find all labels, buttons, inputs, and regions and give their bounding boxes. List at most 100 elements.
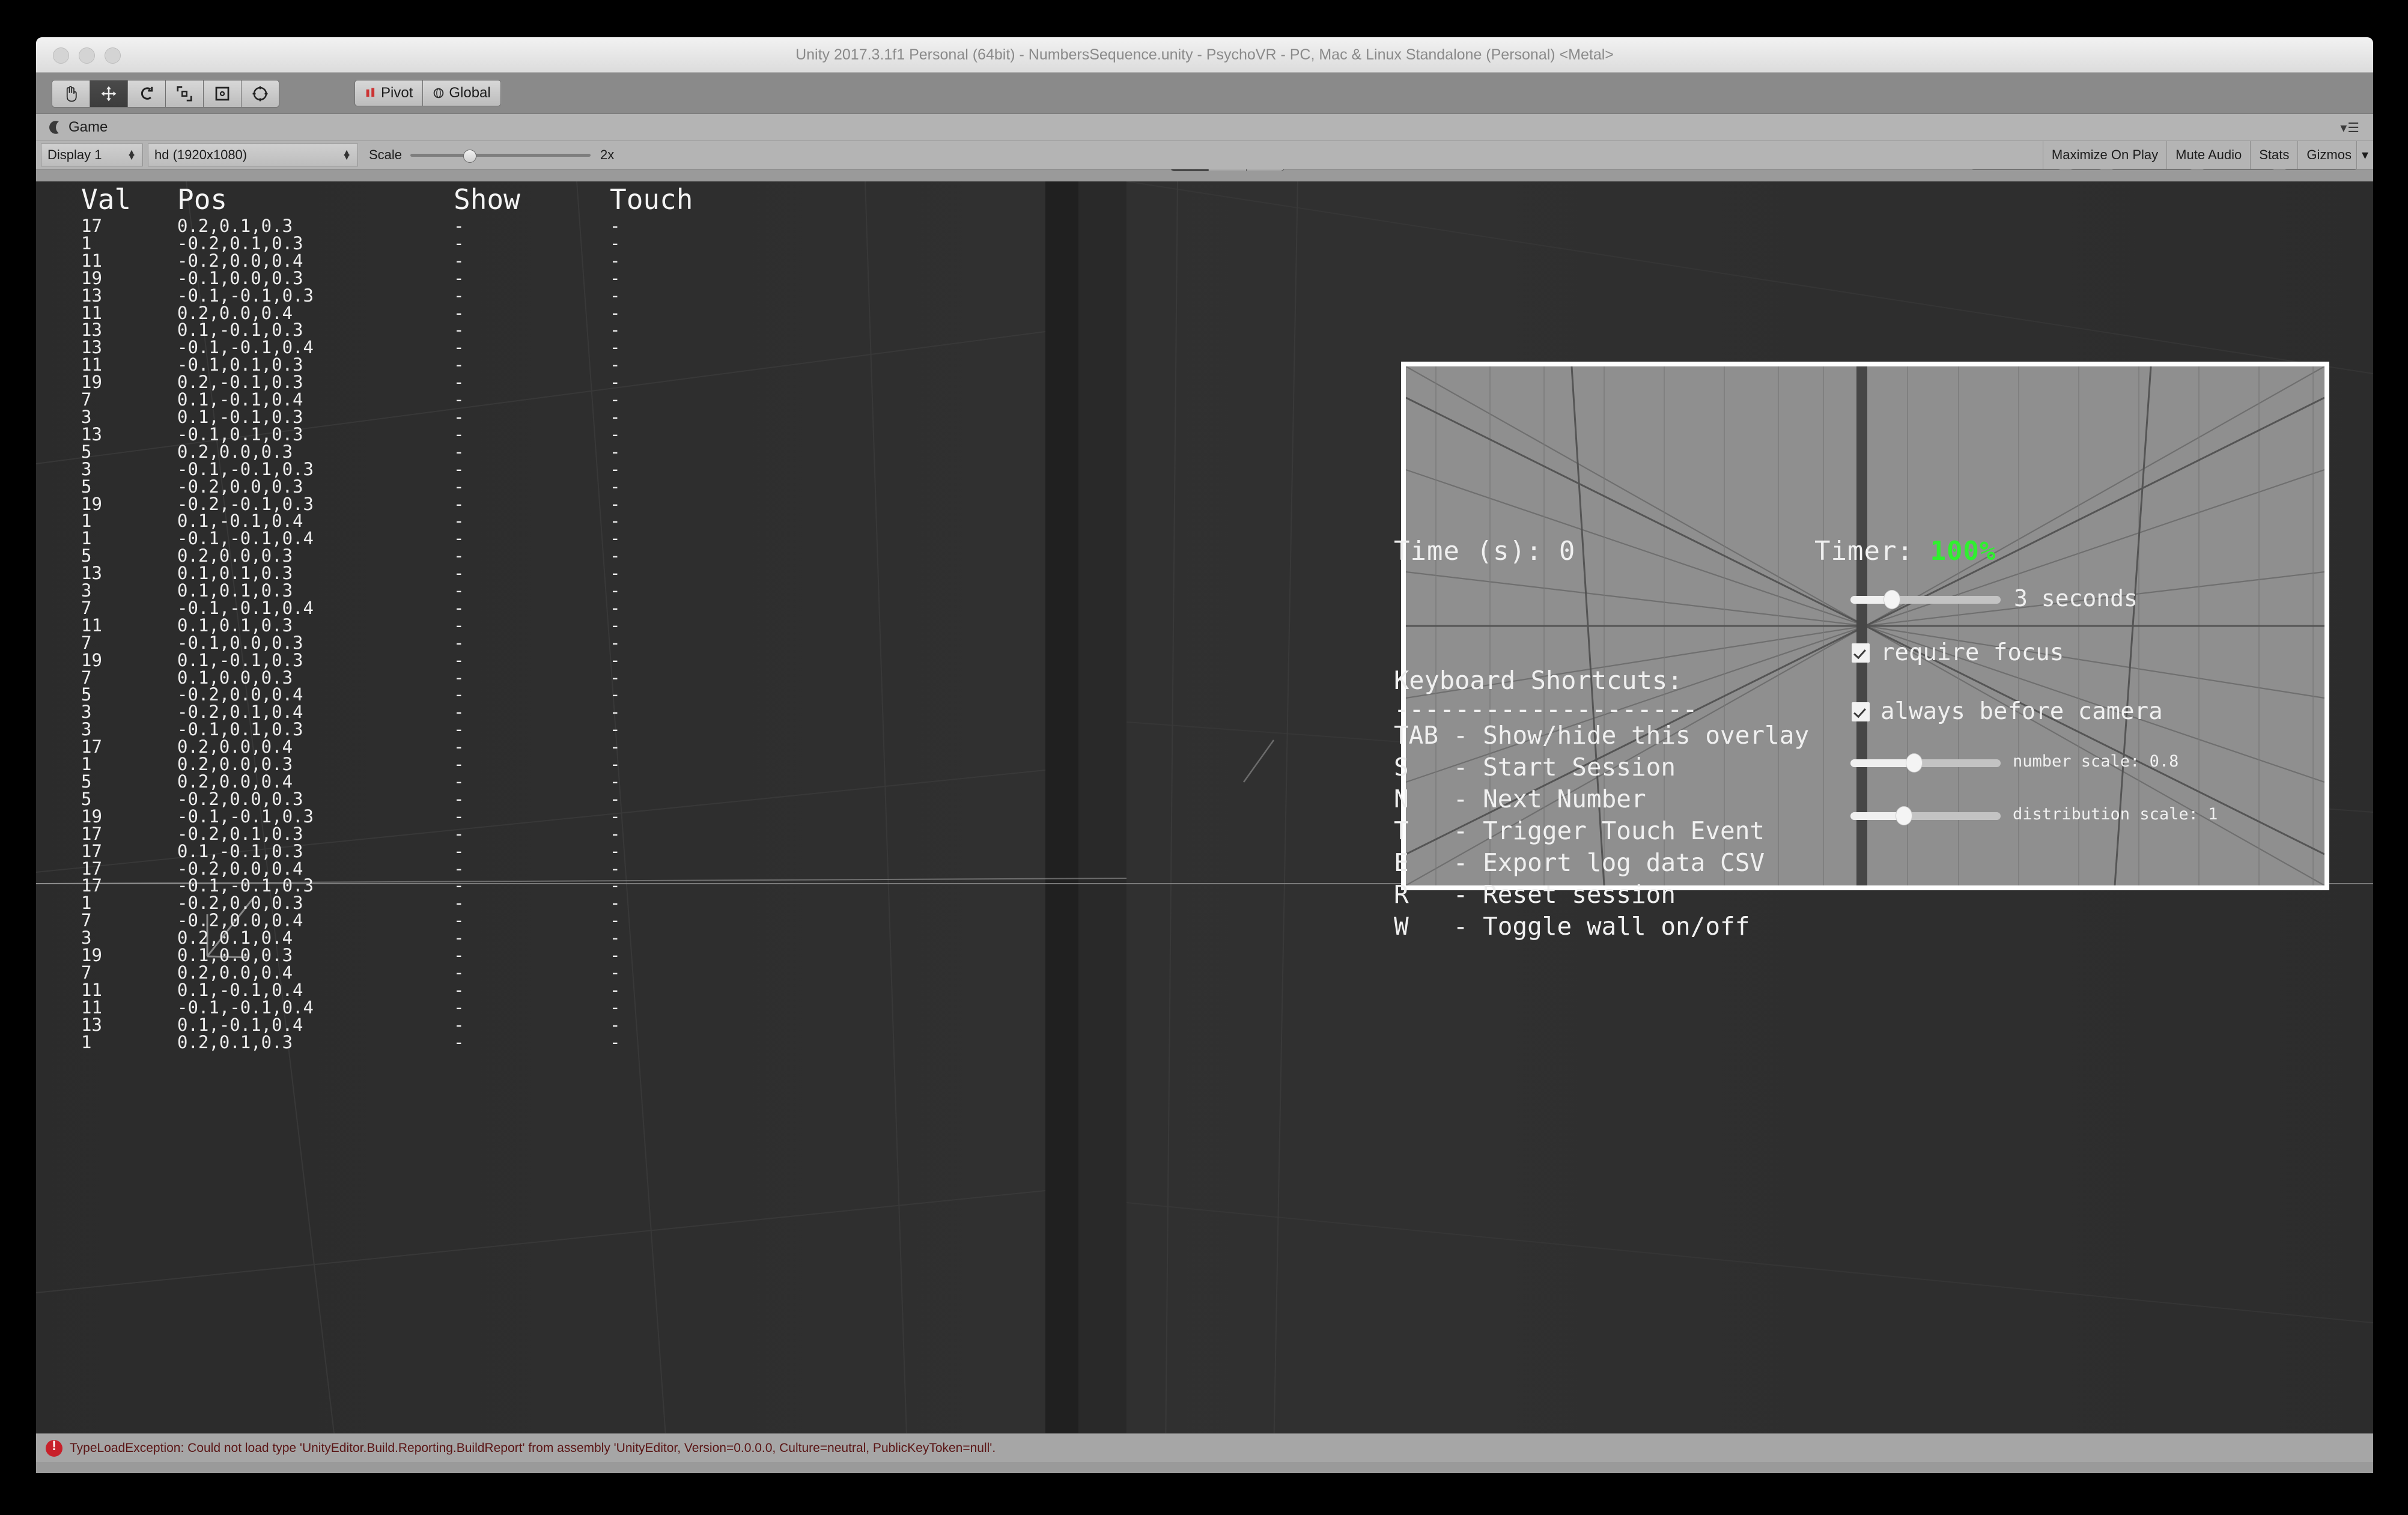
cell-show: - bbox=[454, 321, 610, 339]
shortcuts-title: Keyboard Shortcuts: bbox=[1394, 662, 1809, 699]
cell-touch: - bbox=[610, 356, 730, 374]
table-row: 3-0.1,0.1,0.3-- bbox=[81, 721, 862, 738]
cell-val: 11 bbox=[81, 982, 177, 999]
maximize-on-play-toggle[interactable]: Maximize On Play bbox=[2043, 141, 2166, 169]
cell-touch: - bbox=[610, 721, 730, 738]
shortcut-line: W - Toggle wall on/off bbox=[1394, 911, 1809, 943]
cell-val: 13 bbox=[81, 339, 177, 356]
cell-pos: 0.1,-0.1,0.3 bbox=[177, 321, 454, 339]
cell-touch: - bbox=[610, 217, 730, 235]
rotate-tool-button[interactable] bbox=[127, 80, 165, 108]
cell-show: - bbox=[454, 478, 610, 496]
gizmos-dropdown-icon[interactable]: ▾ bbox=[2356, 141, 2373, 169]
cell-touch: - bbox=[610, 305, 730, 322]
table-row: 190.1,-0.1,0.3-- bbox=[81, 652, 862, 669]
table-row: 50.2,0.0,0.3-- bbox=[81, 443, 862, 461]
table-row: 70.1,0.0,0.3-- bbox=[81, 669, 862, 687]
scale-slider-handle[interactable] bbox=[463, 150, 476, 163]
distribution-scale-slider[interactable] bbox=[1850, 807, 2001, 822]
cell-pos: 0.2,0.1,0.4 bbox=[177, 929, 454, 947]
cell-val: 3 bbox=[81, 721, 177, 738]
table-row: 11-0.1,-0.1,0.4-- bbox=[81, 999, 862, 1016]
cell-val: 5 bbox=[81, 773, 177, 791]
table-row: 17-0.2,0.0,0.4-- bbox=[81, 860, 862, 878]
aspect-dropdown[interactable]: hd (1920x1080) ▲▼ bbox=[148, 144, 358, 166]
console-error-bar[interactable]: TypeLoadException: Could not load type '… bbox=[36, 1433, 2373, 1462]
cell-pos: -0.2,0.0,0.3 bbox=[177, 478, 454, 496]
number-scale-slider[interactable] bbox=[1850, 754, 2001, 770]
timer-group: Timer: 100% bbox=[1814, 536, 1996, 566]
always-before-camera-label: always before camera bbox=[1880, 698, 2163, 725]
distribution-scale-row: distribution scale: 1 bbox=[1850, 805, 2218, 824]
global-label: Global bbox=[449, 85, 490, 102]
require-focus-row[interactable]: require focus bbox=[1852, 639, 2064, 666]
gizmos-toggle[interactable]: Gizmos bbox=[2297, 141, 2356, 169]
error-icon bbox=[46, 1440, 62, 1457]
cell-val: 13 bbox=[81, 426, 177, 443]
scale-slider[interactable] bbox=[410, 144, 591, 166]
distribution-scale-handle[interactable] bbox=[1896, 806, 1912, 825]
always-before-camera-row[interactable]: always before camera bbox=[1852, 698, 2163, 725]
screen: Unity 2017.3.1f1 Personal (64bit) - Numb… bbox=[0, 0, 2408, 1515]
cell-val: 5 bbox=[81, 443, 177, 461]
table-row: 190.2,-0.1,0.3-- bbox=[81, 374, 862, 391]
cell-val: 11 bbox=[81, 999, 177, 1016]
always-before-camera-checkbox[interactable] bbox=[1852, 702, 1870, 721]
cell-show: - bbox=[454, 305, 610, 322]
cell-show: - bbox=[454, 652, 610, 669]
cell-touch: - bbox=[610, 912, 730, 929]
timer-value: 100% bbox=[1930, 536, 1996, 566]
cell-touch: - bbox=[610, 408, 730, 426]
global-button[interactable]: Global bbox=[423, 80, 500, 106]
shortcut-line: S - Start Session bbox=[1394, 751, 1809, 783]
table-row: 110.1,0.1,0.3-- bbox=[81, 617, 862, 634]
game-view[interactable]: Val Pos Show Touch 170.2,0.1,0.3--1-0.2,… bbox=[36, 181, 2373, 1454]
cell-touch: - bbox=[610, 617, 730, 634]
cell-show: - bbox=[454, 721, 610, 738]
move-tool-button[interactable] bbox=[90, 80, 127, 108]
cell-pos: -0.1,-0.1,0.4 bbox=[177, 530, 454, 547]
cell-show: - bbox=[454, 461, 610, 478]
cell-val: 7 bbox=[81, 912, 177, 929]
number-scale-fill bbox=[1850, 759, 1914, 767]
column-header-pos: Pos bbox=[177, 181, 454, 217]
panel-context-menu-icon[interactable]: ▾☰ bbox=[2340, 120, 2360, 136]
cell-show: - bbox=[454, 912, 610, 929]
transform-tool-button[interactable] bbox=[241, 80, 279, 108]
cell-touch: - bbox=[610, 791, 730, 808]
cell-val: 19 bbox=[81, 947, 177, 964]
table-body: 170.2,0.1,0.3--1-0.2,0.1,0.3--11-0.2,0.0… bbox=[81, 217, 862, 1051]
mute-audio-toggle[interactable]: Mute Audio bbox=[2166, 141, 2250, 169]
table-row: 13-0.1,-0.1,0.3-- bbox=[81, 287, 862, 305]
cell-touch: - bbox=[610, 843, 730, 860]
cell-touch: - bbox=[610, 825, 730, 843]
cell-val: 5 bbox=[81, 478, 177, 496]
cell-touch: - bbox=[610, 634, 730, 652]
cell-show: - bbox=[454, 600, 610, 617]
pivot-button[interactable]: Pivot bbox=[354, 80, 423, 106]
duration-slider[interactable] bbox=[1850, 591, 2001, 606]
cell-show: - bbox=[454, 843, 610, 860]
stats-toggle[interactable]: Stats bbox=[2250, 141, 2297, 169]
cell-show: - bbox=[454, 391, 610, 408]
table-row: 30.1,0.1,0.3-- bbox=[81, 582, 862, 600]
rect-tool-button[interactable] bbox=[203, 80, 241, 108]
game-panel-tab[interactable]: Game ▾☰ bbox=[36, 114, 2373, 141]
cell-pos: -0.2,0.0,0.4 bbox=[177, 252, 454, 270]
cell-pos: -0.1,0.1,0.3 bbox=[177, 721, 454, 738]
duration-slider-handle[interactable] bbox=[1884, 590, 1900, 609]
cell-show: - bbox=[454, 374, 610, 391]
table-row: 130.1,-0.1,0.3-- bbox=[81, 321, 862, 339]
pivot-global-group: Pivot Global bbox=[354, 80, 501, 106]
number-scale-handle[interactable] bbox=[1906, 753, 1923, 773]
table-row: 70.1,-0.1,0.4-- bbox=[81, 391, 862, 408]
display-dropdown[interactable]: Display 1 ▲▼ bbox=[41, 144, 143, 166]
cell-pos: -0.1,-0.1,0.3 bbox=[177, 808, 454, 825]
cell-touch: - bbox=[610, 947, 730, 964]
hand-tool-button[interactable] bbox=[52, 80, 90, 108]
aspect-value: hd (1920x1080) bbox=[154, 147, 247, 163]
scale-tool-button[interactable] bbox=[165, 80, 203, 108]
game-tab-icon bbox=[49, 120, 62, 135]
require-focus-checkbox[interactable] bbox=[1852, 643, 1870, 663]
cell-touch: - bbox=[610, 391, 730, 408]
